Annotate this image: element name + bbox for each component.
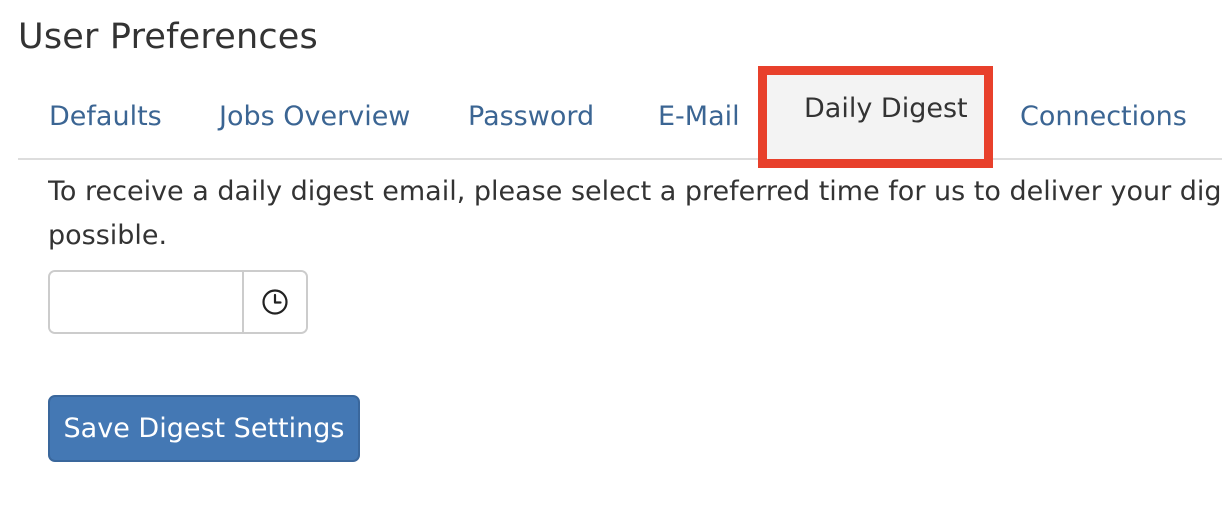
tab-defaults[interactable]: Defaults [18,74,192,160]
save-digest-settings-button[interactable]: Save Digest Settings [48,395,360,462]
tab-email[interactable]: E-Mail [628,74,770,160]
tab-daily-digest[interactable]: Daily Digest [758,66,993,168]
tabs-nav: Defaults Jobs Overview Password E-Mail D… [18,66,1222,168]
page-title: User Preferences [18,17,318,57]
digest-description-line1: To receive a daily digest email, please … [48,176,1222,207]
digest-time-input[interactable] [50,272,244,332]
digest-description-line2: possible. [48,220,168,251]
page: User Preferences Defaults Jobs Overview … [0,0,1222,514]
clock-icon[interactable] [244,272,306,332]
digest-description: To receive a daily digest email, please … [48,170,1222,258]
tab-password[interactable]: Password [438,74,624,160]
clock-icon-svg [262,289,288,315]
tab-connections[interactable]: Connections [990,74,1217,160]
tab-jobs-overview[interactable]: Jobs Overview [189,74,440,160]
digest-time-picker [48,270,308,334]
